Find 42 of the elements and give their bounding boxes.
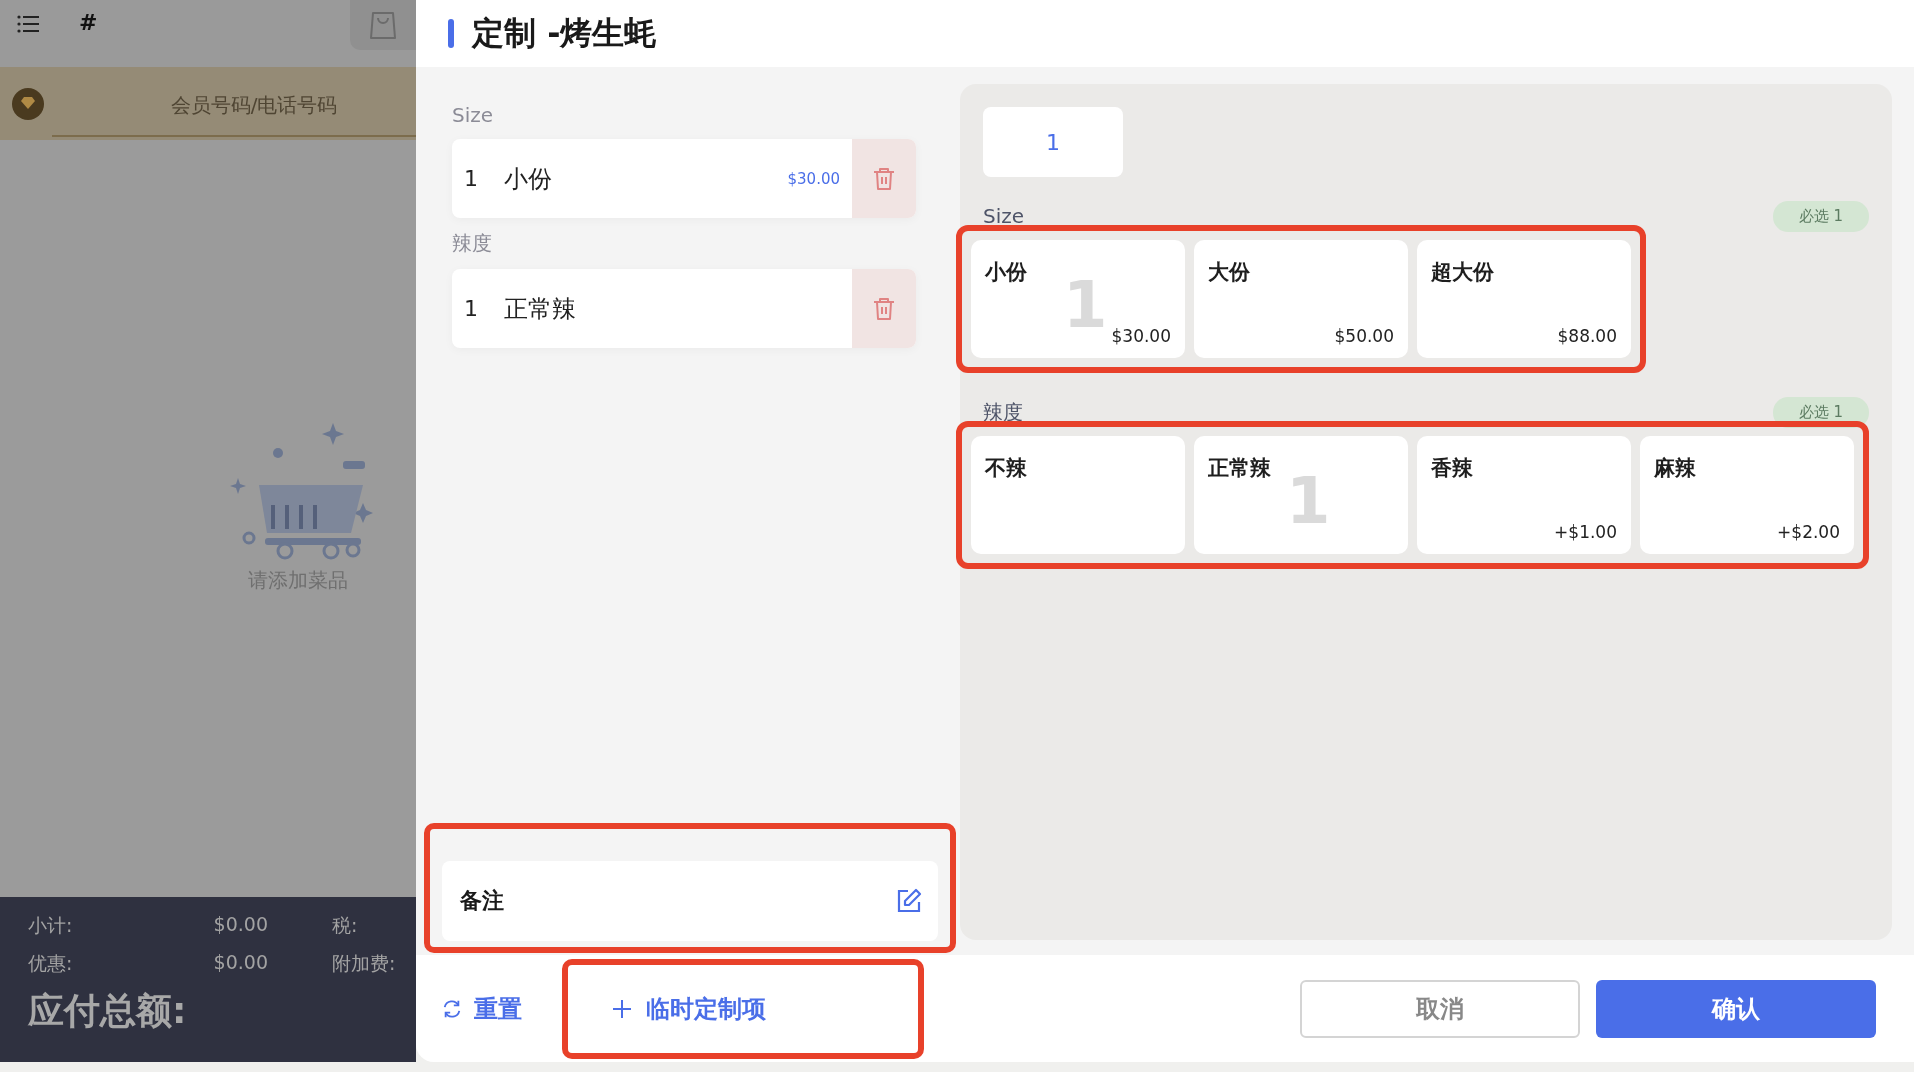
title-accent-bar [448,19,454,48]
option-card[interactable]: 香辣 +$1.00 [1417,436,1631,554]
reset-button[interactable]: 重置 [436,986,528,1031]
item-name: 正常辣 [504,293,577,325]
dialog-title: 定制 -烤生蚝 [472,12,657,54]
item-price: $30.00 [787,169,840,188]
summary-label: 附加费: [331,951,397,976]
bag-button[interactable] [350,0,416,50]
summary-label: 小计: [28,913,74,938]
summary-label: 优惠: [28,951,74,976]
group-label: 辣度 [452,230,493,257]
item-quantity: 1 [464,296,479,321]
delete-button[interactable] [852,139,916,218]
required-badge: 必选 1 [1772,200,1869,232]
option-card[interactable]: 不辣 [971,436,1185,554]
option-card[interactable]: 超大份 $88.00 [1417,240,1631,358]
item-quantity: 1 [464,166,479,191]
group-label: Size [983,204,1025,228]
summary-value: $0.00 [212,913,269,937]
add-custom-item-button[interactable]: 临时定制项 [562,958,924,1059]
hash-label[interactable]: # [79,10,98,35]
menu-icon[interactable] [17,15,39,33]
option-card[interactable]: 大份 $50.00 [1194,240,1408,358]
delete-button[interactable] [852,269,916,348]
bag-icon [369,10,397,40]
group-label: Size [452,103,495,127]
option-card[interactable]: 麻辣 +$2.00 [1640,436,1854,554]
confirm-button[interactable]: 确认 [1596,979,1876,1038]
cancel-button[interactable]: 取消 [1300,979,1580,1038]
summary-value: $0.00 [212,951,269,975]
refresh-icon [442,998,462,1019]
trash-icon [873,166,895,191]
quantity-field[interactable]: 1 [983,107,1123,177]
item-name: 小份 [504,163,553,195]
summary-label: 税: [331,913,359,938]
total-label: 应付总额: [28,989,188,1033]
group-label: 辣度 [983,398,1023,426]
edit-icon[interactable] [896,888,922,914]
note-label: 备注 [460,887,504,915]
trash-icon [873,296,895,321]
plus-icon [612,998,632,1019]
note-field[interactable]: 备注 [442,861,938,941]
